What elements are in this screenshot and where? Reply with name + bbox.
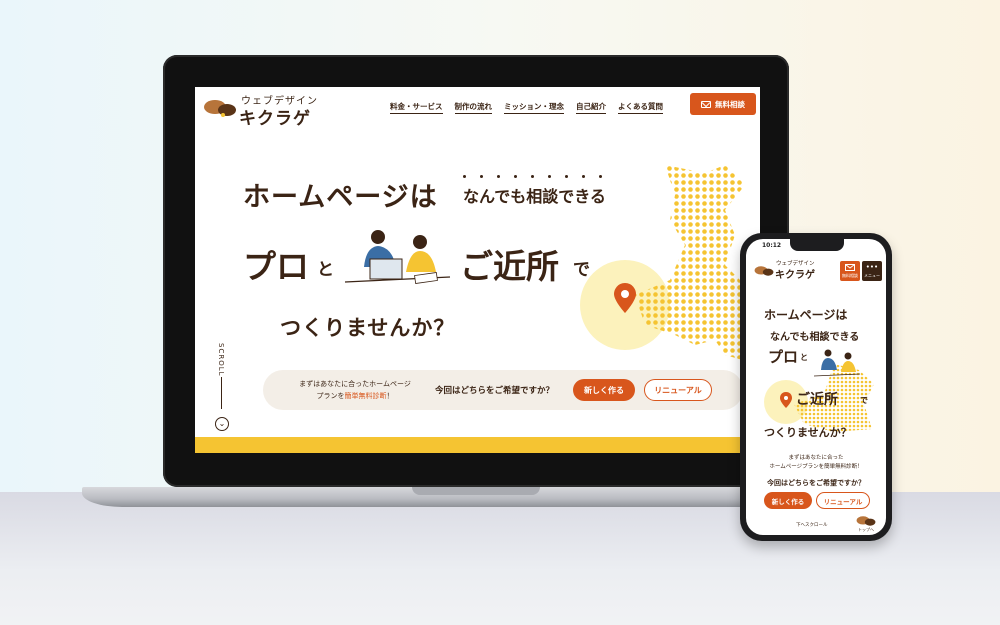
hero-line1-main: ホームページは [243,182,438,213]
phone-hero-line1-sub: なんでも相談できる [770,332,860,343]
phone-logo-title: キクラゲ [775,270,815,281]
menu-dots-icon: ••• [865,263,879,271]
nav-item-profile[interactable]: 自己紹介 [576,101,606,114]
nav-item-pricing[interactable]: 料金・サービス [390,101,443,114]
phone-diagnosis-question: 今回はどちらをご希望ですか？ [767,479,865,487]
renewal-button[interactable]: リニューアル [644,379,712,401]
footer-band [195,437,760,453]
phone-diagnosis-line1: まずはあなたに合った [788,455,844,461]
phone-diagnosis-line2: ホームページプランを簡単無料診断！ [769,464,863,470]
phone-consultation-illustration [813,349,861,377]
nav-item-mission[interactable]: ミッション・理念 [504,101,564,114]
phone-page-top-label: トップへ [858,527,874,532]
phone-consult-label: 無料相談 [842,273,858,278]
phone-hero-line1-main: ホームページは [764,308,848,322]
hero-particle-to: と [317,260,334,280]
emphasis-dots [463,175,602,178]
phone-hero-word-pro: プロ [768,348,799,366]
free-consult-button[interactable]: 無料相談 [690,93,756,115]
diagnosis-label: まずはあなたに合ったホームページ プランを簡単無料診断！ [285,378,425,402]
phone-new-site-button[interactable]: 新しく作る [764,492,812,509]
chevron-down-icon[interactable]: ⌄ [215,417,229,431]
hero-particle-de: で [573,260,590,280]
site-logo[interactable]: ウェブデザイン キクラゲ [203,91,333,129]
diagnosis-line2-pre: プランを [316,392,345,400]
phone-scroll-label: 下へスクロール [796,523,828,528]
phone-logo[interactable]: ウェブデザイン キクラゲ [754,259,824,281]
logo-title: キクラゲ [239,109,311,129]
phone-screen: 10:12 ウェブデザイン キクラゲ 無料相談 ••• メニュー ホームページは… [746,239,886,535]
diagnosis-bar: まずはあなたに合ったホームページ プランを簡単無料診断！ 今回はどちらをご希望で… [263,370,743,410]
new-site-button[interactable]: 新しく作る [573,379,635,401]
scroll-line [221,377,222,409]
consultation-illustration [344,230,451,284]
phone-hero-word-neighborhood: ご近所 [796,392,838,408]
phone-page-top-button[interactable]: トップへ [852,515,880,533]
laptop-screen: ウェブデザイン キクラゲ 料金・サービス 制作の流れ ミッション・理念 自己紹介… [195,87,760,453]
mail-icon [701,100,711,108]
phone-hero-particle-to: と [800,353,808,362]
free-consult-label: 無料相談 [715,99,745,109]
mail-icon [845,264,855,271]
phone-renewal-button[interactable]: リニューアル [816,492,870,509]
diagnosis-line2-accent: 簡単無料診断 [344,392,387,400]
hero-word-neighborhood: ご近所 [460,247,559,286]
phone-menu-button[interactable]: ••• メニュー [862,261,882,281]
laptop-notch [412,487,540,495]
nav-item-flow[interactable]: 制作の流れ [454,101,492,114]
main-nav: 料金・サービス 制作の流れ ミッション・理念 自己紹介 よくある質問 [390,101,663,114]
phone-notch [790,239,844,251]
diagnosis-line2-post: ！ [386,392,394,400]
phone-consult-button[interactable]: 無料相談 [840,261,860,281]
status-time: 10:12 [762,242,782,249]
hero-line1-sub: なんでも相談できる [463,187,606,206]
phone-diagnosis-label: まずはあなたに合った ホームページプランを簡単無料診断！ [754,454,878,472]
diagnosis-line1: まずはあなたに合ったホームページ [299,380,411,388]
site-header: ウェブデザイン キクラゲ 料金・サービス 制作の流れ ミッション・理念 自己紹介… [195,87,760,129]
nav-item-faq[interactable]: よくある質問 [618,101,663,114]
phone-hero-line3: つくりませんか？ [764,426,852,439]
phone-hero-particle-de: で [860,396,868,405]
hero-word-pro: プロ [243,247,309,286]
hero-line3: つくりませんか？ [280,316,456,340]
mushroom-page-top-icon [856,516,876,526]
mushroom-logo-icon [204,100,236,117]
scroll-label: SCROLL [217,343,225,377]
mushroom-logo-icon [754,266,774,276]
diagnosis-question: 今回はどちらをご希望ですか？ [435,386,555,396]
phone-menu-label: メニュー [864,273,880,278]
